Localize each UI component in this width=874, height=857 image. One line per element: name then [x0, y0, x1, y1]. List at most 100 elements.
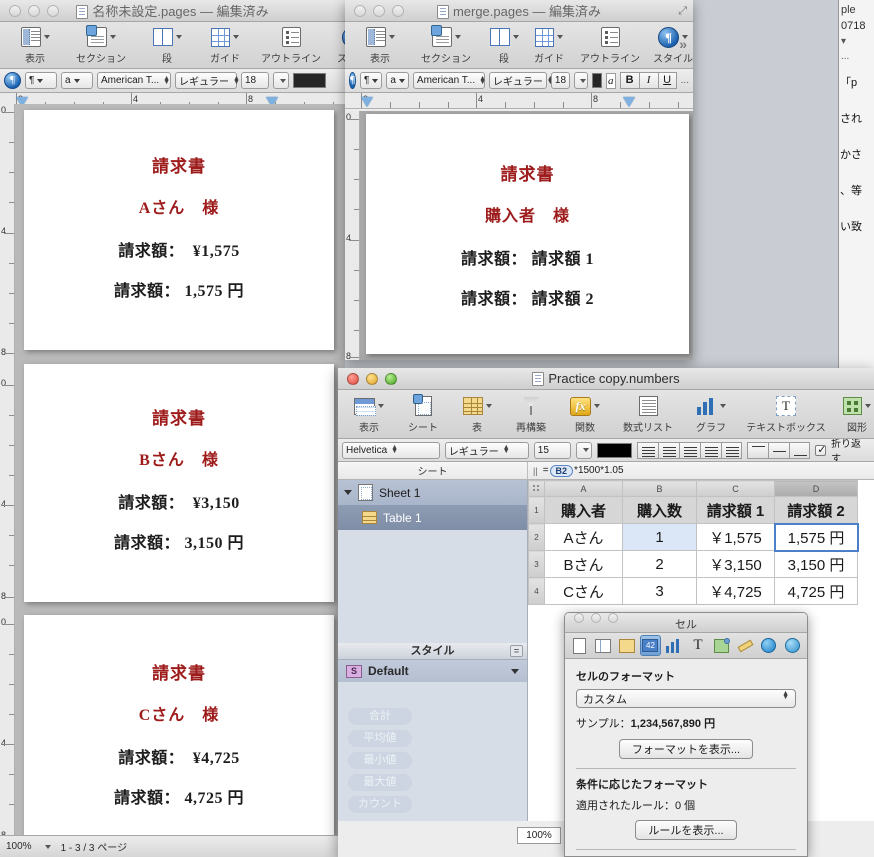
toolbar-button-formula-list[interactable]: 数式リスト — [612, 394, 684, 434]
toolbar-button-table[interactable]: 表 — [450, 394, 504, 434]
left-indent-marker[interactable] — [361, 97, 373, 108]
toolbar-button-section[interactable]: セクション — [64, 25, 138, 65]
invoice-page-a[interactable]: 請求書 Aさん 様 請求額： ¥1,575 請求額： 1,575 円 — [24, 110, 334, 350]
toolbar-button-outline[interactable]: アウトライン — [573, 25, 647, 65]
header-cell-d1[interactable]: 請求額 2 — [774, 496, 858, 524]
toolbar-button-guides[interactable]: ガイド — [525, 25, 573, 65]
pages-document-area[interactable]: 0 4 8 0 4 8 0 4 8 請求書 Aさん 様 請求額： ¥1,575 … — [0, 104, 345, 835]
align-justify-button[interactable] — [700, 441, 722, 459]
toolbar-button-sheet[interactable]: シート — [396, 394, 450, 434]
chevron-down-icon[interactable] — [44, 844, 51, 849]
italic-button[interactable]: I — [638, 72, 658, 89]
function-pill-average[interactable]: 平均値 — [348, 730, 412, 747]
style-drawer-icon[interactable]: ¶ — [4, 72, 21, 89]
function-pill-count[interactable]: カウント — [348, 796, 412, 813]
header-cell-b1[interactable]: 購入数 — [622, 496, 697, 524]
header-cell-c1[interactable]: 請求額 1 — [696, 496, 775, 524]
cell-b3[interactable]: 2 — [622, 550, 697, 578]
tab-chart-icon[interactable] — [664, 635, 685, 656]
toolbar-button-columns[interactable]: 段 — [483, 25, 525, 65]
tab-document-icon[interactable] — [569, 635, 590, 656]
font-style-select[interactable]: レギュラー▲▼ — [488, 72, 554, 89]
font-size-input[interactable]: 18 — [550, 72, 571, 89]
close-button[interactable] — [347, 372, 359, 385]
table-corner-handle[interactable] — [528, 480, 545, 497]
minimize-button[interactable] — [366, 372, 378, 385]
sidebar-sheet-item[interactable]: Sheet 1 — [338, 480, 527, 505]
align-bottom-button[interactable] — [789, 441, 811, 459]
titlebar[interactable]: Practice copy.numbers — [338, 368, 874, 390]
styles-resize-handle[interactable]: = — [510, 645, 523, 657]
toolbar-button-function[interactable]: fx 関数 — [558, 394, 612, 434]
close-button[interactable] — [574, 613, 584, 623]
tab-text-icon[interactable]: T — [688, 635, 709, 656]
cell-a3[interactable]: Bさん — [544, 550, 623, 578]
cell-d2[interactable]: 1,575 円 — [773, 522, 859, 552]
window-controls[interactable] — [338, 372, 397, 385]
formula-expression[interactable]: *1500*1.05 — [574, 465, 624, 476]
paragraph-style-menu[interactable]: ¶ — [359, 72, 383, 89]
zoom-button[interactable] — [392, 4, 404, 17]
align-center-button[interactable] — [658, 441, 680, 459]
toolbar-overflow-button[interactable]: » — [679, 36, 687, 52]
formula-bar[interactable]: シート || = B2 *1500*1.05 — [338, 462, 874, 480]
cell-b4[interactable]: 3 — [622, 577, 697, 605]
text-color-swatch[interactable] — [592, 73, 602, 88]
style-drawer-icon[interactable]: ¶ — [349, 72, 356, 89]
toolbar-button-section[interactable]: セクション — [409, 25, 483, 65]
numbers-format-bar[interactable]: Helvetica▲▼ レギュラー▲▼ 15 折り返す — [338, 439, 874, 462]
zoom-button[interactable] — [385, 372, 397, 385]
toolbar-button-view[interactable]: 表示 — [342, 394, 396, 434]
inspector-window-controls[interactable] — [565, 613, 807, 623]
cell-format-select[interactable]: カスタム ▲ ▼ — [576, 689, 796, 708]
zoom-level[interactable]: 100% — [6, 841, 32, 852]
zoom-button[interactable] — [47, 4, 59, 17]
tab-quicktime-icon[interactable] — [782, 635, 803, 656]
cell-b2[interactable]: 1 — [622, 523, 697, 551]
text-color-swatch[interactable] — [293, 73, 326, 88]
invoice-page-b[interactable]: 請求書 Bさん 様 請求額： ¥3,150 請求額： 3,150 円 — [24, 364, 334, 602]
wrap-text-checkbox[interactable] — [815, 443, 826, 456]
function-pills[interactable]: 合計 平均値 最小値 最大値 カウント — [348, 708, 412, 813]
cell-d4[interactable]: 4,725 円 — [774, 577, 858, 605]
function-pill-max[interactable]: 最大値 — [348, 774, 412, 791]
column-header-c[interactable]: C — [696, 480, 775, 497]
toolbar-button-columns[interactable]: 段 — [138, 25, 196, 65]
close-button[interactable] — [354, 4, 366, 17]
font-family-select[interactable]: American T... ▲ ▼ — [97, 72, 171, 89]
horizontal-ruler[interactable]: 0 4 8 — [345, 93, 693, 109]
toolbar-button-textbox[interactable]: T テキストボックス — [738, 394, 834, 434]
toolbar-button-view[interactable]: 表示 — [351, 25, 409, 65]
font-size-menu[interactable] — [576, 441, 593, 459]
text-style-group[interactable]: B I U — [619, 72, 677, 89]
cell-d3[interactable]: 3,150 円 — [774, 550, 858, 578]
tab-table-icon[interactable] — [616, 635, 637, 656]
tab-cells-icon[interactable]: 42 — [640, 635, 661, 656]
minimize-button[interactable] — [28, 4, 40, 17]
text-shadow-button[interactable]: a — [605, 72, 616, 89]
toolbar-button-guides[interactable]: ガイド — [196, 25, 254, 65]
minimize-button[interactable] — [373, 4, 385, 17]
align-middle-button[interactable] — [768, 441, 790, 459]
cell-a4[interactable]: Cさん — [544, 577, 623, 605]
numbers-zoom-level[interactable]: 100% — [517, 827, 561, 844]
function-pill-min[interactable]: 最小値 — [348, 752, 412, 769]
font-size-input[interactable]: 18 — [241, 72, 269, 89]
pages-format-bar[interactable]: ¶ ¶ a American T...▲▼ レギュラー▲▼ 18 a B I U… — [345, 69, 693, 93]
window-controls[interactable] — [0, 4, 59, 17]
toolbar-button-view[interactable]: 表示 — [6, 25, 64, 65]
vertical-ruler[interactable]: 0 4 8 — [345, 111, 360, 360]
expand-icon[interactable]: ⤢ — [678, 5, 687, 18]
font-family-select[interactable]: American T... ▲ ▼ — [412, 72, 486, 89]
pages-status-bar[interactable]: 100% 1 - 3 / 3 ページ — [0, 835, 338, 857]
pages-window-untitled[interactable]: 名称未設定.pages — 編集済み 表示 セクション 段 ガイド アウトライン… — [0, 0, 345, 857]
row-header-4[interactable]: 4 — [528, 577, 545, 605]
sidebar-style-item[interactable]: S Default — [338, 660, 527, 682]
column-header-b[interactable]: B — [622, 480, 697, 497]
minimize-button[interactable] — [591, 613, 601, 623]
align-left-button[interactable] — [637, 441, 659, 459]
numbers-toolbar[interactable]: 表示 シート 表 再構築 fx 関数 数式リスト グラフ T テキストボックス … — [338, 390, 874, 439]
cell-c2[interactable]: ￥1,575 — [696, 523, 775, 551]
format-more[interactable]: ... — [681, 75, 689, 86]
header-cell-a1[interactable]: 購入者 — [544, 496, 623, 524]
